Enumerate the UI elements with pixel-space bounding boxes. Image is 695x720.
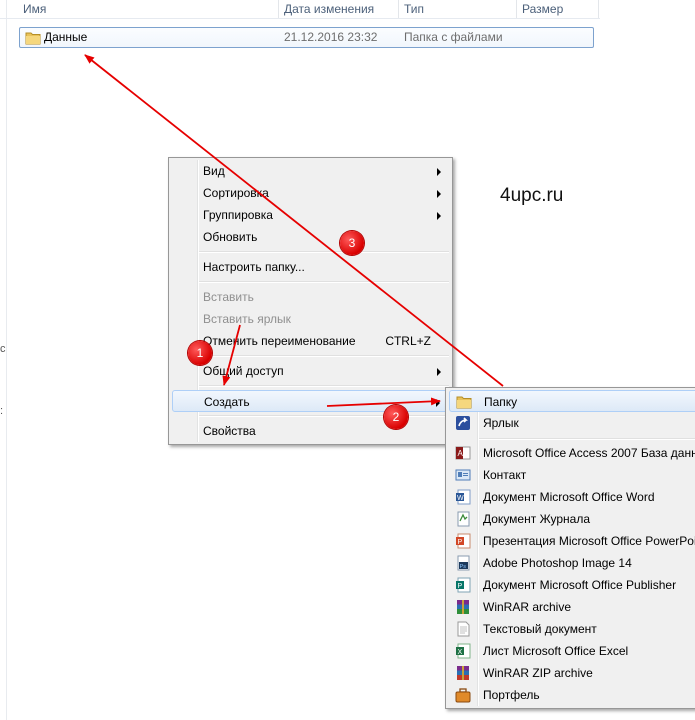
step-badge-3: 3 xyxy=(340,231,364,255)
step-badge-2: 2 xyxy=(384,405,408,429)
arrow-step-1 xyxy=(222,324,241,386)
step-badge-1: 1 xyxy=(188,341,212,365)
arrow-step-2 xyxy=(326,397,441,407)
arrow-step-3 xyxy=(84,54,504,387)
annotation-arrows xyxy=(84,54,504,407)
